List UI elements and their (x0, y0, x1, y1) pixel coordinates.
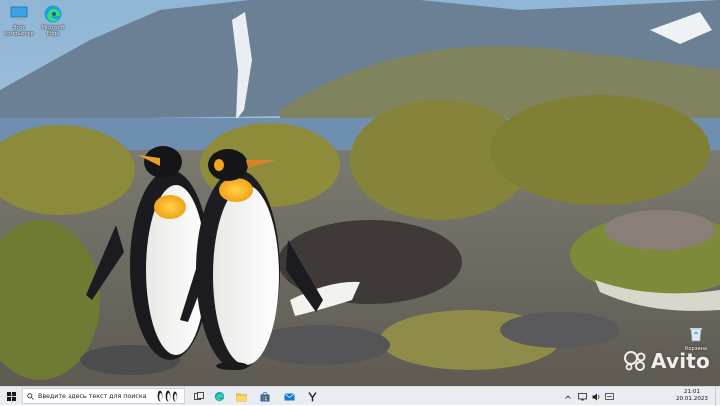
taskbar-mail-button[interactable] (280, 387, 298, 406)
chevron-up-icon (565, 394, 571, 399)
clock-time: 21:01 (683, 389, 701, 395)
desktop-icon-edge[interactable]: Microsoft Edge (36, 4, 70, 37)
desktop-icon-label: Microsoft Edge (41, 25, 65, 37)
file-explorer-icon (235, 393, 247, 401)
taskbar-file-explorer-button[interactable] (232, 387, 250, 406)
desktop-icon-this-pc[interactable]: Этот компьютер (2, 4, 36, 37)
tray-hidden-icons-button[interactable] (562, 387, 574, 406)
search-icon (27, 392, 34, 400)
yandex-browser-icon (307, 391, 317, 401)
tray-volume-button[interactable] (590, 387, 602, 406)
keyboard-layout-icon (604, 393, 614, 400)
tray-language-button[interactable] (603, 387, 615, 406)
edge-icon (214, 391, 224, 402)
tray-clock[interactable]: 21:01 20.01.2023 (676, 389, 708, 403)
show-desktop-button[interactable] (715, 387, 720, 406)
desktop-icon-label: Этот компьютер (4, 25, 34, 37)
mail-icon (283, 392, 295, 400)
edge-icon (43, 4, 63, 24)
penguins-highlight-icon (157, 390, 178, 402)
search-input[interactable] (38, 392, 150, 400)
taskbar-search-box[interactable] (22, 388, 185, 404)
avito-watermark-text: Avito (651, 349, 710, 373)
this-pc-icon (9, 4, 29, 24)
task-view-icon (194, 392, 204, 400)
desktop: Этот компьютер Microsoft Edge Корзина Av… (0, 0, 720, 386)
volume-icon (592, 393, 599, 400)
network-icon (577, 392, 587, 400)
taskbar-yandex-browser-button[interactable] (304, 387, 320, 406)
taskbar-edge-button[interactable] (210, 387, 228, 406)
start-button[interactable] (0, 387, 22, 406)
avito-watermark: Avito (624, 349, 710, 373)
recycle-bin-icon (690, 328, 702, 342)
clock-date: 20.01.2023 (675, 396, 708, 402)
taskbar-store-button[interactable] (256, 387, 274, 406)
desktop-wallpaper (0, 0, 720, 386)
windows-logo-icon (6, 392, 16, 401)
avito-logo-icon (624, 351, 646, 371)
task-view-button[interactable] (190, 387, 208, 406)
microsoft-store-icon (260, 391, 270, 401)
taskbar: 21:01 20.01.2023 (0, 386, 720, 406)
tray-network-button[interactable] (576, 387, 588, 406)
